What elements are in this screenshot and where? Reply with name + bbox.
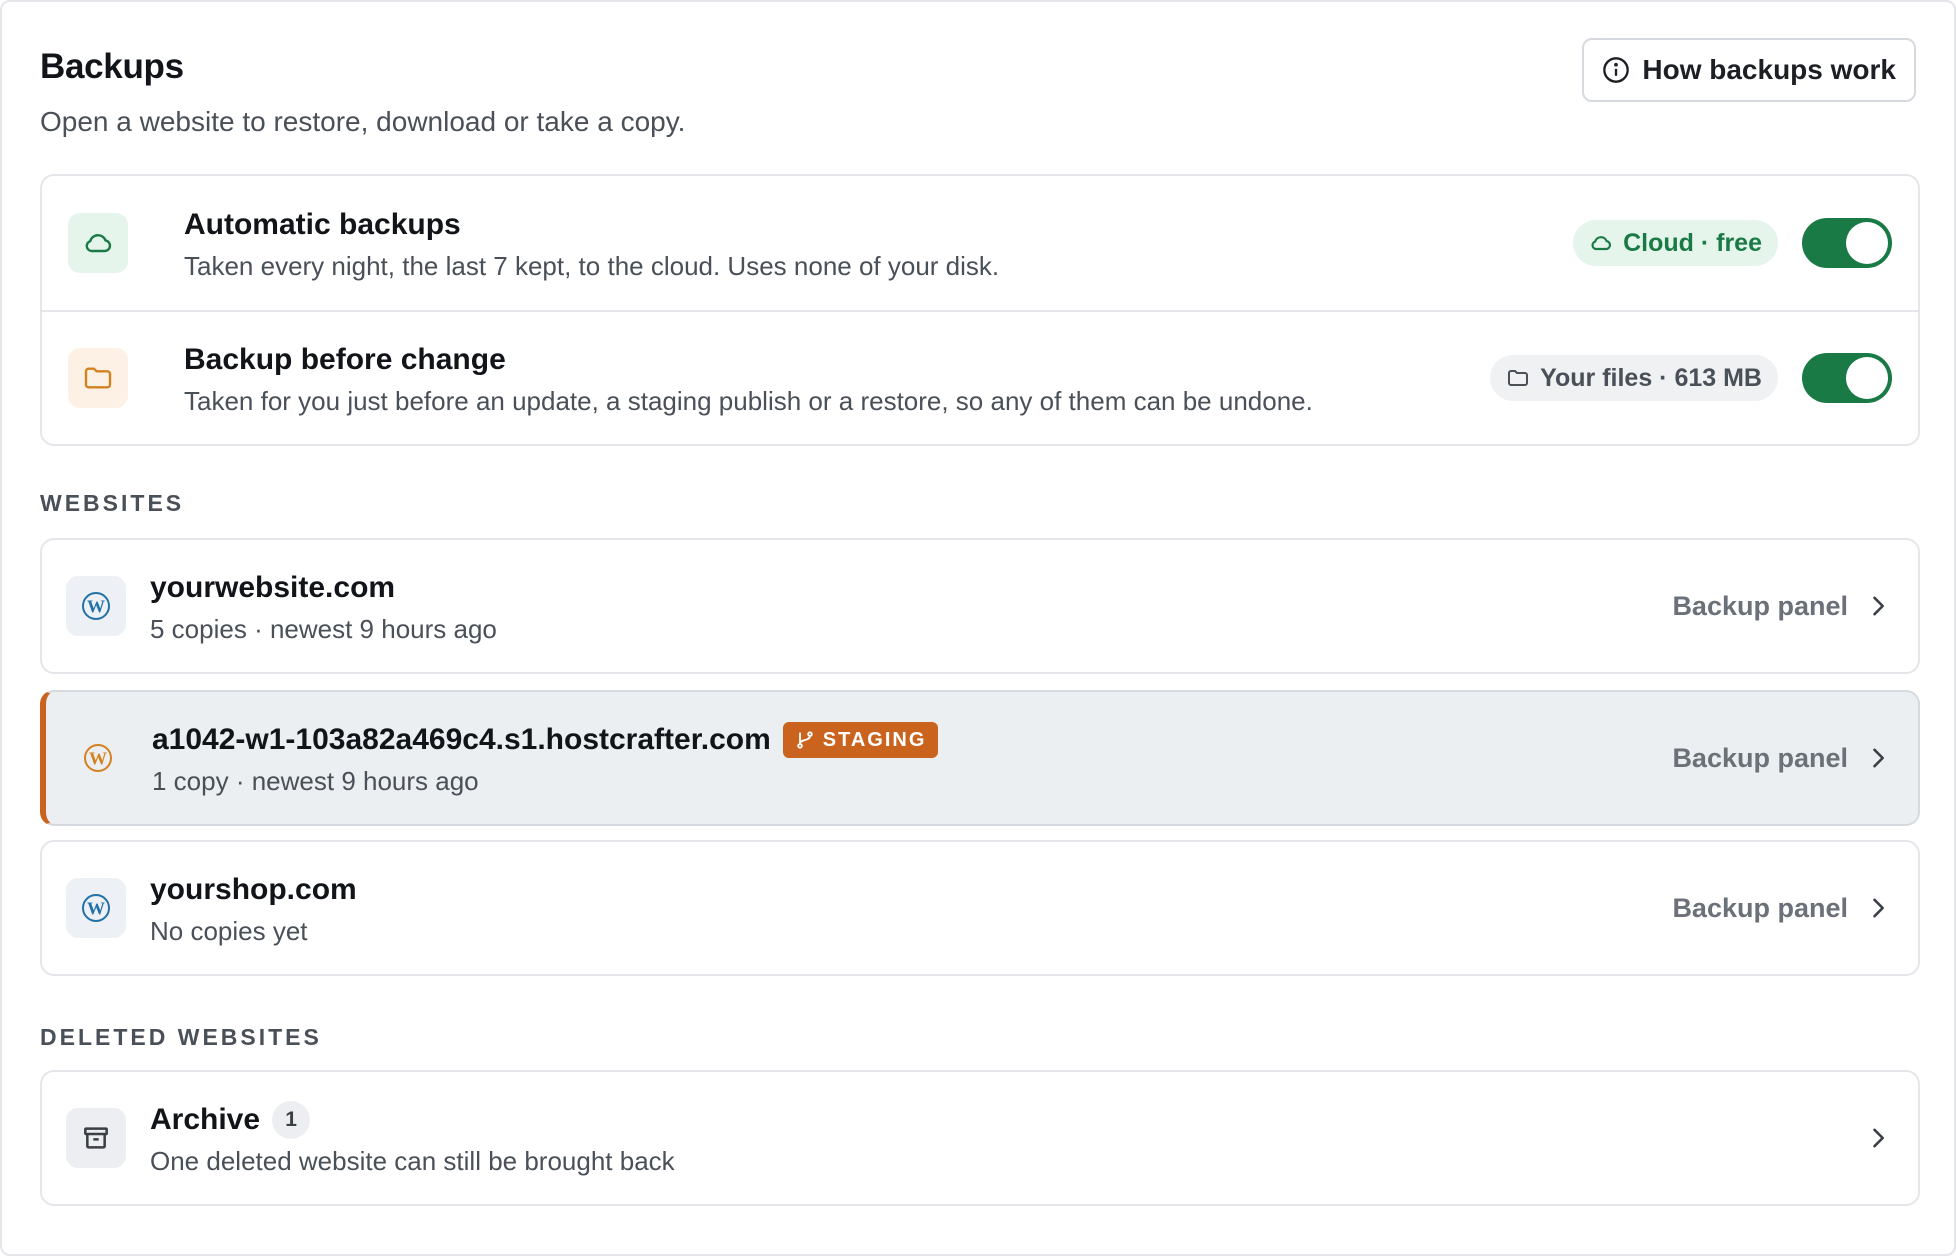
deleted-websites-section-label: DELETED WEBSITES: [40, 1024, 322, 1050]
wordpress-icon: W: [66, 878, 126, 938]
website-name: a1042-w1-103a82a469c4.s1.hostcrafter.com: [152, 722, 771, 756]
website-row-staging[interactable]: W a1042-w1-103a82a469c4.s1.hostcrafter.c…: [40, 690, 1920, 826]
archive-row[interactable]: Archive 1 One deleted website can still …: [40, 1070, 1920, 1206]
website-row-yourshop[interactable]: W yourshop.com No copies yet Backup pane…: [40, 840, 1920, 976]
page-header: Backups Open a website to restore, downl…: [40, 38, 1916, 152]
backup-settings-card: Automatic backups Taken every night, the…: [40, 174, 1920, 446]
archive-count-badge: 1: [272, 1100, 311, 1139]
archive-description: One deleted website can still be brought…: [150, 1145, 675, 1176]
cloud-free-badge: Cloud · free: [1573, 220, 1778, 266]
svg-text:W: W: [87, 899, 105, 919]
website-meta: No copies yet: [150, 915, 308, 946]
folder-icon: [1508, 370, 1529, 386]
website-meta: 1 copy · newest 9 hours ago: [152, 765, 479, 796]
websites-section-label: WEBSITES: [40, 490, 185, 516]
backup-before-change-row: Backup before change Taken for you just …: [42, 310, 1918, 444]
chevron-right-icon: [1873, 596, 1884, 616]
backup-panel-link[interactable]: Backup panel: [1672, 893, 1892, 924]
website-name: yourshop.com: [150, 872, 357, 906]
how-backups-work-label: How backups work: [1642, 54, 1896, 85]
backup-before-change-toggle[interactable]: [1802, 353, 1892, 403]
cloud-icon: [1591, 236, 1612, 251]
page-subtitle: Open a website to restore, download or t…: [40, 106, 686, 137]
wordpress-icon: W: [68, 728, 128, 788]
branch-icon: [796, 730, 813, 749]
staging-badge: STAGING: [782, 721, 939, 758]
how-backups-work-button[interactable]: How backups work: [1582, 38, 1916, 102]
folder-icon: [68, 348, 128, 408]
automatic-backups-title: Automatic backups: [184, 207, 461, 241]
website-row-yourwebsite[interactable]: W yourwebsite.com 5 copies · newest 9 ho…: [40, 538, 1920, 674]
your-files-label: Your files · 613 MB: [1540, 363, 1762, 392]
svg-text:W: W: [87, 597, 105, 617]
chevron-right-icon: [1873, 748, 1884, 768]
backup-before-change-description: Taken for you just before an update, a s…: [184, 385, 1313, 416]
chevron-right-icon: [1873, 898, 1884, 918]
backup-panel-link[interactable]: Backup panel: [1672, 743, 1892, 774]
archive-title: Archive: [150, 1102, 261, 1136]
automatic-backups-description: Taken every night, the last 7 kept, to t…: [184, 250, 1000, 281]
cloud-icon: [68, 213, 128, 273]
automatic-backups-row: Automatic backups Taken every night, the…: [42, 176, 1918, 310]
info-icon: [1603, 57, 1630, 83]
svg-text:W: W: [89, 749, 107, 769]
backup-before-change-title: Backup before change: [184, 342, 506, 376]
backup-panel-label: Backup panel: [1672, 590, 1848, 621]
chevron-right-icon[interactable]: [1864, 1124, 1892, 1152]
backups-page: Backups Open a website to restore, downl…: [0, 0, 1956, 1256]
website-meta: 5 copies · newest 9 hours ago: [150, 613, 497, 644]
automatic-backups-toggle[interactable]: [1802, 218, 1892, 268]
backup-panel-label: Backup panel: [1672, 742, 1848, 773]
your-files-badge: Your files · 613 MB: [1490, 355, 1778, 401]
staging-label: STAGING: [822, 728, 927, 751]
cloud-free-label: Cloud · free: [1623, 228, 1762, 257]
backup-panel-label: Backup panel: [1672, 892, 1848, 923]
website-name: yourwebsite.com: [150, 570, 396, 604]
archive-icon: [66, 1108, 126, 1168]
wordpress-icon: W: [66, 576, 126, 636]
backup-panel-link[interactable]: Backup panel: [1672, 591, 1892, 622]
